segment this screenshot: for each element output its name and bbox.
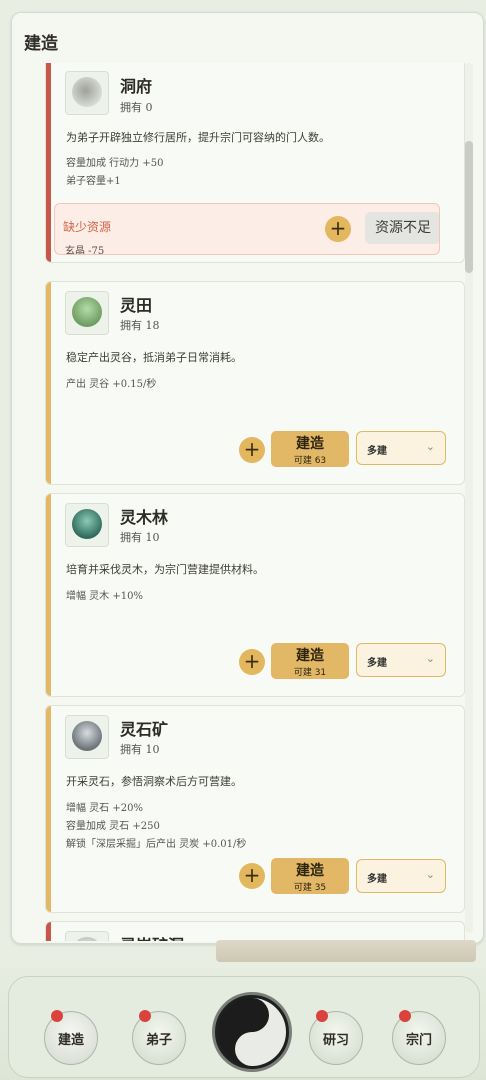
nav-build-button[interactable]: 建造 (44, 1010, 98, 1065)
build-button[interactable]: 建造 可建 31 (271, 643, 349, 679)
owned-count: 拥有 10 (120, 743, 160, 756)
nav-research-label: 研习 (322, 1033, 349, 1048)
multi-build-select[interactable]: 多建 ⌄ (356, 859, 446, 893)
add-button[interactable]: + (239, 437, 265, 463)
building-card-spirit-mine: 灵石矿 拥有 10 开采灵石，参悟洞察术后方可营建。 增幅 灵石 +20% 容量… (45, 705, 465, 913)
bottom-nav: 建造 弟子 研习 宗门 (0, 968, 486, 1080)
stat-line: 容量加成 灵石 +250 (66, 821, 160, 832)
owned-count: 拥有 0 (120, 101, 153, 114)
build-count: 可建 63 (293, 456, 327, 466)
missing-resources-detail: 玄晶 -75 (65, 246, 105, 255)
build-button-label: 建造 (296, 436, 324, 452)
multi-build-select[interactable]: 多建 ⌄ (356, 431, 446, 465)
build-count: 可建 31 (293, 668, 327, 678)
notification-dot (139, 1010, 151, 1022)
add-button[interactable]: + (239, 649, 265, 675)
building-description: 稳定产出灵谷，抵消弟子日常消耗。 (66, 351, 242, 364)
nav-disciples-button[interactable]: 弟子 (132, 1010, 186, 1065)
build-panel: 建造 洞府 拥有 0 为弟子开辟独立修行居所，提升宗门可容纳的门人数。 容量加成… (11, 12, 484, 944)
building-card-charcoal-mine: 灵炭矿洞 (45, 921, 465, 941)
build-button[interactable]: 建造 可建 63 (271, 431, 349, 467)
stat-line: 增幅 灵木 +10% (66, 591, 143, 602)
multi-build-value: 多建 (367, 658, 387, 669)
building-stats: 增幅 灵木 +10% (66, 588, 143, 606)
chevron-down-icon: ⌄ (425, 440, 435, 453)
building-card-spirit-forest: 灵木林 拥有 10 培育并采伐灵木，为宗门营建提供材料。 增幅 灵木 +10% … (45, 493, 465, 697)
chevron-down-icon: ⌄ (425, 868, 435, 881)
building-description: 开采灵石，参悟洞察术后方可营建。 (66, 775, 242, 788)
multi-build-value: 多建 (367, 446, 387, 457)
building-stats: 产出 灵谷 +0.15/秒 (66, 376, 156, 394)
building-list[interactable]: 洞府 拥有 0 为弟子开辟独立修行居所，提升宗门可容纳的门人数。 容量加成 行动… (45, 63, 465, 941)
missing-resources-box: 缺少资源 玄晶 -75 + 资源不足 (54, 203, 440, 255)
stat-line: 产出 灵谷 +0.15/秒 (66, 379, 157, 390)
spirit-forest-icon (65, 503, 109, 547)
building-card-spirit-field: 灵田 拥有 18 稳定产出灵谷，抵消弟子日常消耗。 产出 灵谷 +0.15/秒 … (45, 281, 465, 485)
charcoal-mine-icon (65, 931, 109, 941)
scroll-ornament (216, 940, 476, 962)
nav-sect-button[interactable]: 宗门 (392, 1010, 446, 1065)
build-button[interactable]: 建造 可建 35 (271, 858, 349, 894)
building-name: 灵木林 (120, 508, 169, 527)
build-button-label: 建造 (296, 648, 324, 664)
chevron-down-icon: ⌄ (425, 652, 435, 665)
spirit-field-icon (65, 291, 109, 335)
missing-resources-label: 缺少资源 (63, 220, 112, 234)
owned-count: 拥有 10 (120, 531, 160, 544)
nav-research-button[interactable]: 研习 (309, 1010, 363, 1065)
nav-build-label: 建造 (57, 1033, 84, 1048)
yin-yang-graphic (218, 998, 286, 1066)
building-description: 培育并采伐灵木，为宗门营建提供材料。 (66, 563, 264, 576)
building-stats: 增幅 灵石 +20% 容量加成 灵石 +250 解锁「深层采掘」后产出 灵炭 +… (66, 800, 246, 854)
yin-yang-icon[interactable] (212, 992, 292, 1072)
building-stats: 容量加成 行动力 +50 弟子容量+1 (66, 155, 163, 191)
nav-sect-label: 宗门 (405, 1033, 432, 1048)
build-count: 可建 35 (293, 883, 327, 893)
building-name: 灵石矿 (120, 720, 169, 739)
scrollbar-thumb[interactable] (465, 141, 473, 273)
owned-count: 拥有 18 (120, 319, 160, 332)
building-name: 洞府 (120, 77, 153, 96)
stat-line: 解锁「深层采掘」后产出 灵炭 +0.01/秒 (66, 839, 247, 850)
stat-line: 弟子容量+1 (66, 176, 121, 187)
building-description: 为弟子开辟独立修行居所，提升宗门可容纳的门人数。 (66, 131, 330, 144)
build-button-label: 建造 (296, 863, 324, 879)
building-card-cave: 洞府 拥有 0 为弟子开辟独立修行居所，提升宗门可容纳的门人数。 容量加成 行动… (45, 63, 465, 263)
notification-dot (51, 1010, 63, 1022)
panel-title: 建造 (24, 34, 58, 54)
stat-line: 容量加成 行动力 +50 (66, 158, 164, 169)
add-button[interactable]: + (239, 863, 265, 889)
nav-disciples-label: 弟子 (145, 1033, 172, 1048)
add-button[interactable]: + (325, 216, 351, 242)
notification-dot (399, 1010, 411, 1022)
spirit-mine-icon (65, 715, 109, 759)
building-name: 灵田 (120, 296, 153, 315)
multi-build-select[interactable]: 多建 ⌄ (356, 643, 446, 677)
scrollbar[interactable] (465, 63, 473, 933)
cave-icon (65, 71, 109, 115)
multi-build-value: 多建 (367, 874, 387, 885)
notification-dot (316, 1010, 328, 1022)
building-name: 灵炭矿洞 (120, 932, 184, 941)
insufficient-resources-button[interactable]: 资源不足 (365, 212, 439, 244)
stat-line: 增幅 灵石 +20% (66, 803, 143, 814)
